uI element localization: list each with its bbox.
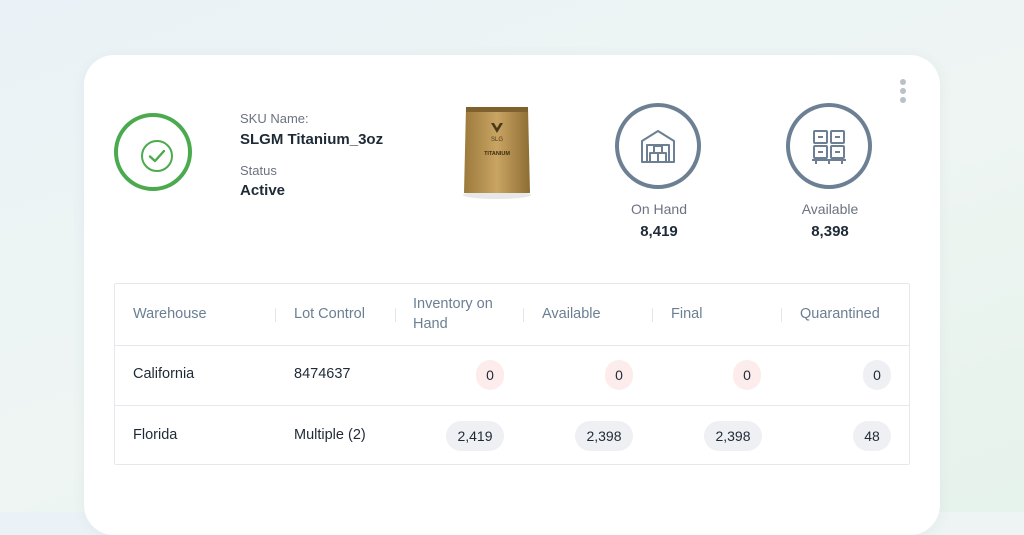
inventory-card: SKU Name: SLGM Titanium_3oz Status Activ… (84, 55, 940, 535)
cell-inventory-on-hand: 0 (476, 360, 504, 390)
cell-warehouse: California (133, 366, 195, 382)
cell-lot-control: Multiple (2) (294, 427, 366, 443)
available-label: Available (801, 201, 859, 217)
pallet-boxes-icon (812, 130, 846, 164)
inventory-table: Warehouse Lot Control Inventory on Hand … (114, 283, 910, 465)
column-header-quarantined[interactable]: Quarantined (800, 304, 880, 324)
status-indicator (114, 113, 192, 191)
column-header-available[interactable]: Available (542, 304, 601, 324)
product-name: TITANIUM (484, 151, 510, 157)
column-header-warehouse[interactable]: Warehouse (133, 304, 207, 324)
column-header-lot-control[interactable]: Lot Control (294, 304, 365, 324)
status-label: Status (240, 163, 277, 178)
on-hand-label: On Hand (630, 201, 688, 217)
table-header: Warehouse Lot Control Inventory on Hand … (115, 284, 909, 346)
available-value: 8,398 (811, 223, 849, 240)
column-header-inventory-on-hand[interactable]: Inventory on Hand (413, 294, 493, 334)
on-hand-value: 8,419 (640, 223, 678, 240)
available-stat-ring (786, 103, 872, 189)
cell-final: 0 (733, 360, 761, 390)
cell-inventory-on-hand: 2,419 (446, 421, 504, 451)
cell-lot-control: 8474637 (294, 366, 351, 382)
cell-available: 2,398 (575, 421, 633, 451)
check-circle-icon (141, 140, 173, 172)
table-row[interactable]: California 8474637 0 0 0 0 (115, 345, 909, 406)
status-value: Active (240, 182, 286, 199)
cell-final: 2,398 (704, 421, 762, 451)
sku-name: SLGM Titanium_3oz (240, 131, 384, 148)
sku-name-label: SKU Name: (240, 111, 309, 126)
more-options-icon[interactable] (898, 79, 908, 109)
table-row[interactable]: Florida Multiple (2) 2,419 2,398 2,398 4… (115, 406, 909, 466)
product-brand: SLG (491, 137, 503, 143)
warehouse-icon (641, 130, 675, 163)
cell-available: 0 (605, 360, 633, 390)
cell-quarantined: 0 (863, 360, 891, 390)
on-hand-stat-ring (615, 103, 701, 189)
column-header-final[interactable]: Final (671, 304, 702, 324)
product-image: SLG TITANIUM (463, 107, 531, 199)
cell-quarantined: 48 (853, 421, 891, 451)
cell-warehouse: Florida (133, 427, 178, 443)
